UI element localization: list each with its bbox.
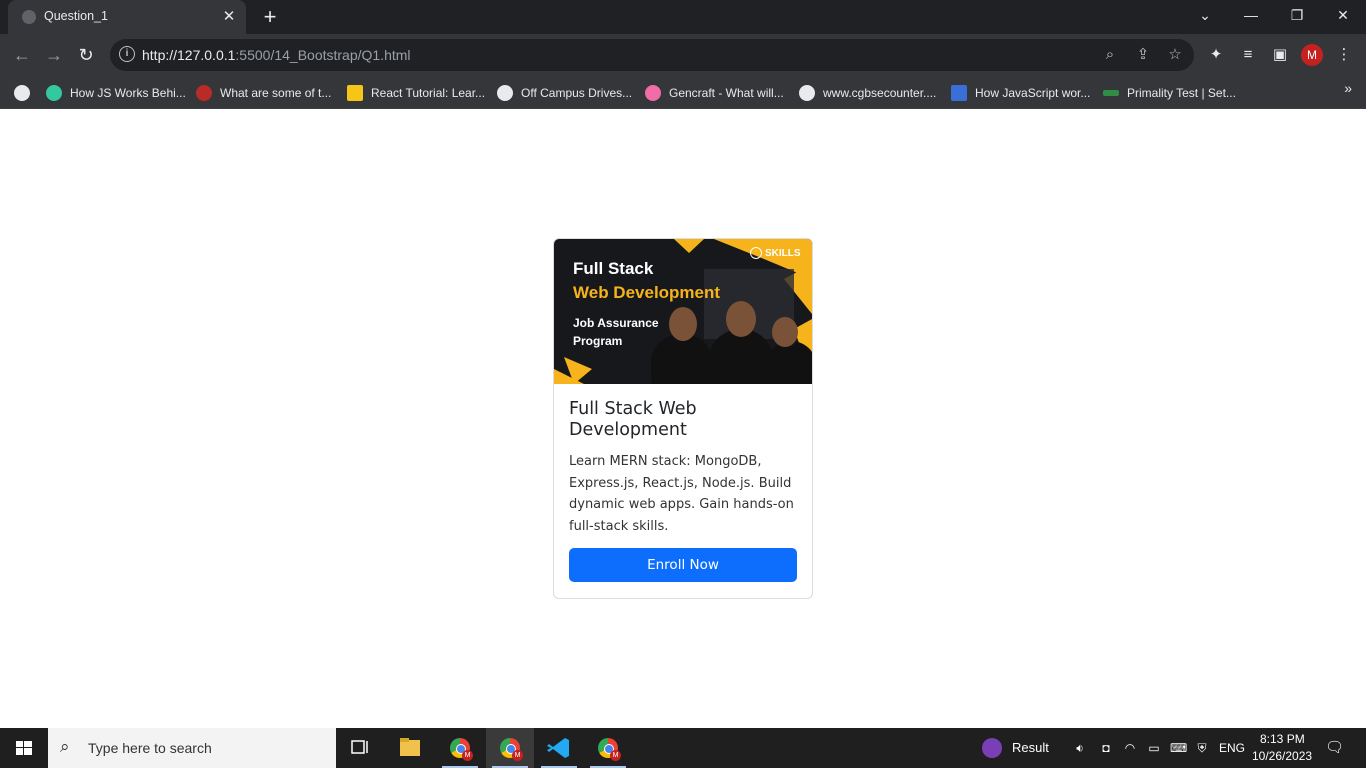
brand-logo-icon (750, 247, 762, 259)
enroll-now-button[interactable]: Enroll Now (569, 548, 797, 582)
chrome-taskbar-icon[interactable]: M (436, 728, 484, 768)
notifications-icon[interactable]: 🗨︎ (1325, 740, 1344, 756)
new-tab-button[interactable]: + (257, 4, 283, 30)
bookmark-item[interactable]: Primality Test | Set... (1103, 82, 1236, 104)
course-card: Full Stack Web Development Job Assurance… (553, 238, 813, 599)
close-window-button[interactable]: ✕ (1320, 0, 1366, 30)
windows-taskbar: ⌕ Type here to search M M M Result 🔉︎ ◘ … (0, 728, 1366, 768)
brand-logo: SKILLS (750, 247, 801, 259)
taskbar-search[interactable]: ⌕ Type here to search (48, 728, 336, 768)
tab-question-1[interactable]: Question_1 ✕ (8, 0, 246, 34)
file-explorer-icon[interactable] (386, 728, 434, 768)
tab-search-icon[interactable]: ⌄ (1182, 0, 1228, 30)
zoom-icon[interactable]: ⌕ (1100, 45, 1120, 65)
globe-icon (22, 10, 36, 24)
clock-time[interactable]: 8:13 PM (1260, 732, 1305, 746)
bookmark-item[interactable]: React Tutorial: Lear... (347, 82, 485, 104)
instructor-figure (709, 329, 773, 384)
card-description: Learn MERN stack: MongoDB, Express.js, R… (569, 454, 794, 534)
banner-line-2: Web Development (573, 283, 721, 302)
windows-logo-icon (16, 741, 32, 755)
bookmark-item[interactable]: How JavaScript wor... (951, 82, 1090, 104)
bookmarks-bar: How JS Works Behi... What are some of t.… (0, 76, 1366, 109)
side-panel-icon[interactable]: ▣ (1270, 45, 1290, 65)
apps-icon[interactable] (14, 82, 38, 104)
more-bookmarks-icon[interactable]: » (1344, 80, 1352, 96)
bookmark-item[interactable]: What are some of t... (196, 82, 331, 104)
bookmark-favicon-icon (196, 85, 212, 101)
task-view-icon[interactable] (336, 728, 384, 768)
browser-toolbar: ← → ↻ i http://127.0.0.1:5500/14_Bootstr… (0, 34, 1366, 76)
keyboard-icon[interactable]: ⌨ (1170, 740, 1187, 756)
bookmark-favicon-icon (645, 85, 661, 101)
address-bar[interactable]: i http://127.0.0.1:5500/14_Bootstrap/Q1.… (110, 39, 1194, 71)
page-content: Full Stack Web Development Job Assurance… (0, 109, 1366, 728)
card-body: Full Stack Web Development Learn MERN st… (569, 399, 799, 537)
bookmark-favicon-icon (951, 85, 967, 101)
chrome-taskbar-icon[interactable]: M (584, 728, 632, 768)
globe-icon (497, 85, 513, 101)
wifi-icon[interactable]: ◠ (1122, 740, 1138, 756)
search-icon: ⌕ (60, 737, 70, 756)
card-title: Full Stack Web Development (569, 399, 697, 440)
minimize-button[interactable]: — (1228, 0, 1274, 30)
course-banner-image: Full Stack Web Development Job Assurance… (554, 239, 812, 384)
reload-icon[interactable]: ↻ (72, 41, 100, 69)
meet-now-icon[interactable]: ◘ (1098, 740, 1114, 756)
vscode-icon[interactable] (535, 728, 583, 768)
chrome-taskbar-icon[interactable]: M (486, 728, 534, 768)
start-button[interactable] (0, 728, 48, 768)
media-icon[interactable]: ≡ (1238, 45, 1258, 65)
tab-title: Question_1 (44, 9, 108, 23)
instructor-figure (766, 341, 812, 384)
bookmark-item[interactable]: Gencraft - What will... (645, 82, 784, 104)
globe-icon (799, 85, 815, 101)
restore-button[interactable]: ❐ (1274, 0, 1320, 30)
volume-icon[interactable]: 🔉︎ (1072, 740, 1088, 756)
banner-line-1: Full Stack (573, 259, 654, 278)
clock-date[interactable]: 10/26/2023 (1252, 749, 1312, 763)
back-icon[interactable]: ← (8, 41, 36, 69)
bookmark-favicon-icon (46, 85, 62, 101)
info-icon[interactable]: i (119, 46, 135, 62)
bookmark-item[interactable]: www.cgbsecounter.... (799, 82, 936, 104)
forward-icon[interactable]: → (40, 41, 68, 69)
windows-security-icon[interactable]: ⛨ (1194, 740, 1210, 756)
extensions-icon[interactable]: ✦ (1206, 45, 1226, 65)
share-icon[interactable]: ⇪ (1133, 45, 1153, 65)
bookmark-favicon-icon (347, 85, 363, 101)
menu-icon[interactable]: ⋮ (1334, 45, 1354, 65)
url-text: http://127.0.0.1:5500/14_Bootstrap/Q1.ht… (142, 47, 411, 63)
bookmark-item[interactable]: Off Campus Drives... (497, 82, 632, 104)
battery-icon[interactable]: ▭ (1146, 740, 1162, 756)
close-tab-icon[interactable]: ✕ (218, 6, 240, 28)
profile-avatar[interactable]: M (1301, 44, 1323, 66)
result-widget-icon[interactable] (982, 738, 1002, 758)
bookmark-item[interactable]: How JS Works Behi... (46, 82, 186, 104)
language-indicator[interactable]: ENG (1219, 741, 1245, 755)
result-label[interactable]: Result (1012, 740, 1049, 755)
instructor-figure (651, 334, 713, 384)
bookmark-favicon-icon (1103, 90, 1119, 96)
search-placeholder: Type here to search (88, 740, 212, 756)
tab-strip: Question_1 ✕ + ⌄ — ❐ ✕ (0, 0, 1366, 34)
bookmark-star-icon[interactable]: ☆ (1165, 45, 1185, 65)
